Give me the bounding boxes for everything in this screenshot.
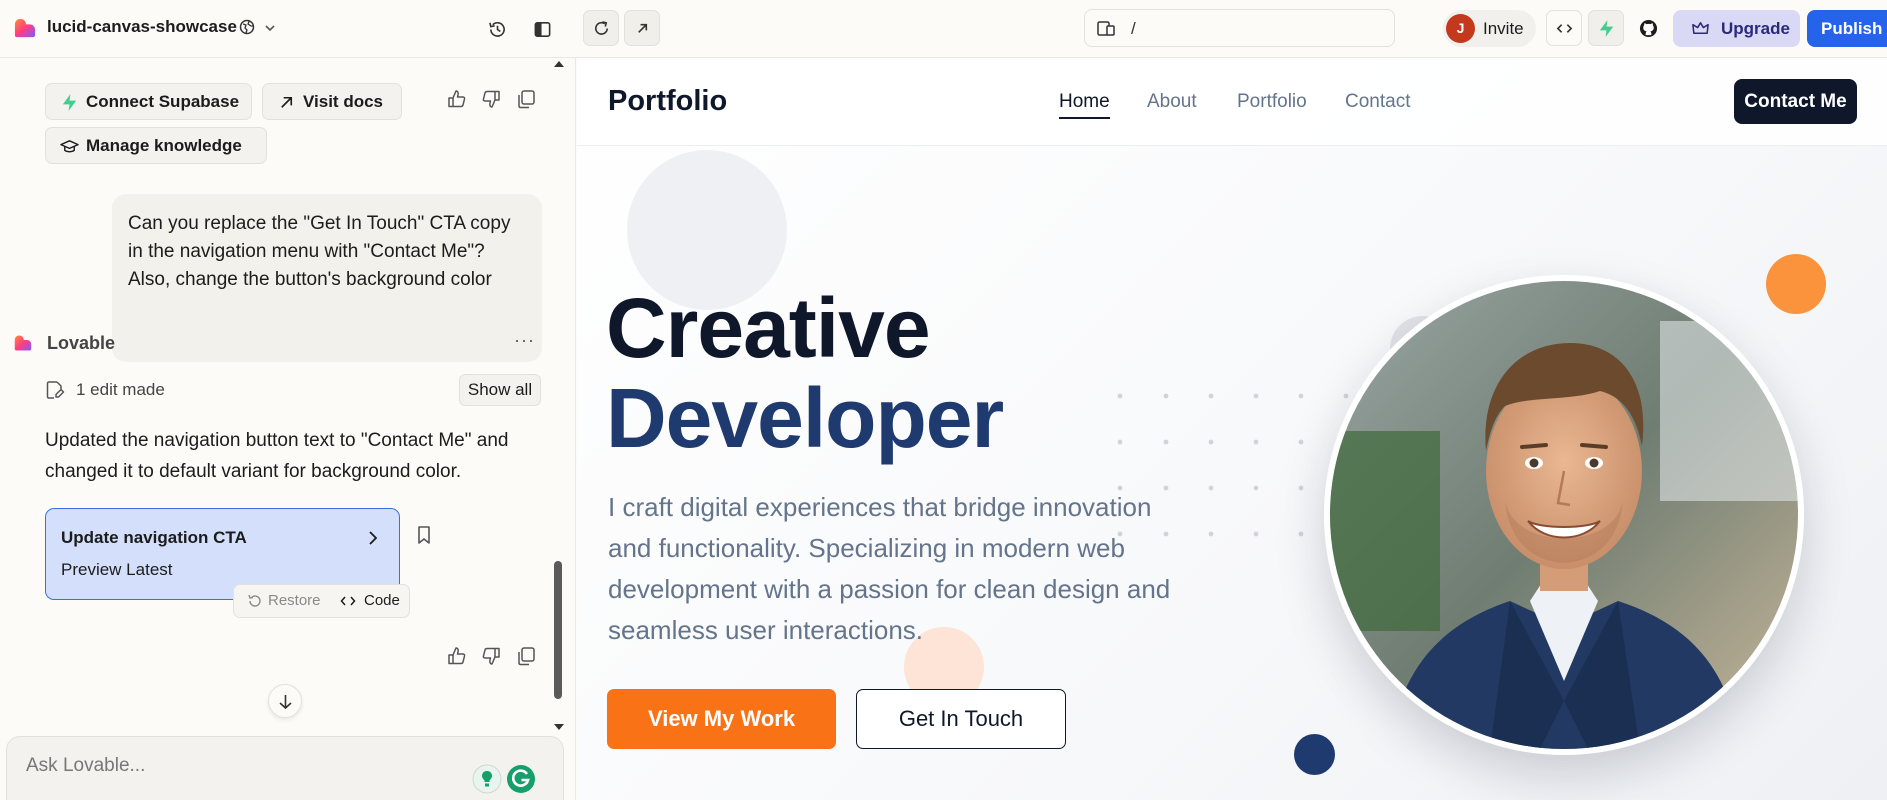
code-button[interactable]: Code [340, 592, 400, 609]
code-icon[interactable] [1546, 10, 1582, 46]
scrollbar-thumb[interactable] [554, 561, 562, 699]
hero-heading-line1: Creative [606, 281, 931, 375]
restore-label: Restore [268, 592, 321, 609]
nav-link-home[interactable]: Home [1059, 91, 1110, 119]
scroll-to-bottom-button[interactable] [268, 684, 302, 718]
refresh-icon[interactable] [583, 10, 619, 46]
top-bar: lucid-canvas-showcase / J Invite Upgrade… [0, 0, 1887, 58]
upgrade-button[interactable]: Upgrade [1673, 10, 1800, 47]
visit-docs-label: Visit docs [303, 92, 383, 111]
hero-paragraph: I craft digital experiences that bridge … [608, 492, 1171, 645]
scroll-up-arrow[interactable] [554, 61, 564, 67]
history-icon[interactable] [482, 14, 512, 44]
more-options-icon[interactable]: ··· [514, 330, 535, 351]
visit-docs-button[interactable]: Visit docs [262, 83, 402, 120]
restore-icon [248, 594, 261, 607]
edit-file-icon [46, 381, 65, 399]
publish-button[interactable]: Publish [1807, 10, 1887, 47]
supabase-icon [62, 93, 77, 112]
device-icon[interactable] [1097, 20, 1115, 37]
restore-button[interactable]: Restore [247, 592, 321, 609]
connect-supabase-label: Connect Supabase [86, 92, 240, 111]
avatar: J [1446, 14, 1475, 43]
site-logo[interactable]: Portfolio [608, 85, 727, 118]
arrow-down-icon [279, 695, 292, 710]
user-message: Can you replace the "Get In Touch" CTA c… [112, 194, 542, 362]
github-icon[interactable] [1633, 13, 1663, 43]
thumbs-down-icon[interactable] [480, 88, 502, 110]
profile-photo-illustration [1330, 281, 1798, 749]
manage-knowledge-label: Manage knowledge [86, 136, 242, 155]
scroll-down-arrow[interactable] [554, 724, 564, 730]
copy-icon[interactable] [515, 645, 537, 667]
invite-button[interactable]: J Invite [1443, 10, 1536, 47]
invite-label: Invite [1483, 19, 1524, 38]
bookmark-icon[interactable] [413, 524, 435, 546]
hero-heading: Creative Developer [606, 281, 1004, 465]
chevron-down-icon[interactable] [263, 21, 277, 35]
arrow-up-right-icon [281, 96, 293, 108]
upgrade-label: Upgrade [1721, 19, 1790, 38]
project-name[interactable]: lucid-canvas-showcase [47, 17, 237, 37]
thumbs-up-icon[interactable] [446, 645, 468, 667]
supabase-icon[interactable] [1588, 10, 1624, 46]
code-icon [340, 596, 356, 606]
lovable-logo-icon[interactable] [14, 17, 36, 39]
assistant-name: Lovable [47, 333, 116, 353]
manage-knowledge-button[interactable]: Manage knowledge [45, 127, 267, 164]
nav-link-portfolio[interactable]: Portfolio [1237, 91, 1307, 113]
site-navbar: Portfolio Home About Portfolio Contact C… [577, 58, 1887, 146]
code-label: Code [364, 592, 400, 609]
url-bar[interactable]: / [1084, 9, 1395, 47]
url-path[interactable]: / [1131, 19, 1136, 39]
version-title: Update navigation CTA [61, 528, 247, 547]
nav-link-about[interactable]: About [1147, 91, 1197, 113]
grammarly-icon[interactable] [506, 764, 536, 794]
nav-link-contact[interactable]: Contact [1345, 91, 1410, 113]
chat-panel: Connect Supabase Visit docs Manage knowl… [0, 58, 576, 800]
chevron-right-icon [369, 531, 378, 545]
assistant-message: Updated the navigation button text to "C… [45, 430, 509, 482]
show-all-button[interactable]: Show all [459, 374, 541, 406]
sidebar-toggle-icon[interactable] [527, 14, 557, 44]
chat-input-placeholder: Ask Lovable... [26, 755, 146, 776]
globe-icon [239, 19, 255, 35]
version-actions: Restore Code [233, 584, 410, 618]
edit-count: 1 edit made [76, 380, 165, 399]
hero-heading-line2: Developer [606, 371, 1004, 465]
nav-contact-me-button[interactable]: Contact Me [1734, 79, 1857, 124]
lovable-logo-icon [14, 335, 32, 351]
crown-icon [1692, 22, 1709, 35]
thumbs-up-icon[interactable] [446, 88, 468, 110]
get-in-touch-button[interactable]: Get In Touch [856, 689, 1066, 749]
chat-input[interactable]: Ask Lovable... [6, 736, 564, 800]
decorative-circle [1294, 734, 1335, 775]
version-subtitle: Preview Latest [61, 560, 173, 579]
open-external-icon[interactable] [624, 10, 660, 46]
lightbulb-icon[interactable] [472, 764, 502, 794]
chat-scrollbar[interactable] [551, 58, 565, 800]
site-preview: Portfolio Home About Portfolio Contact C… [577, 58, 1887, 800]
decorative-circle [1766, 254, 1826, 314]
graduation-cap-icon [60, 140, 79, 153]
profile-photo [1324, 275, 1804, 755]
view-my-work-button[interactable]: View My Work [607, 689, 836, 749]
thumbs-down-icon[interactable] [480, 645, 502, 667]
connect-supabase-button[interactable]: Connect Supabase [45, 83, 252, 120]
copy-icon[interactable] [515, 88, 537, 110]
